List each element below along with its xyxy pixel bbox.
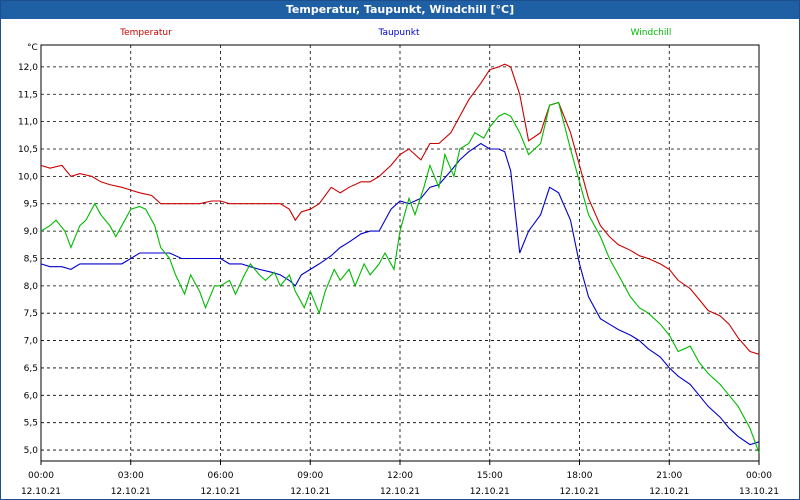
line-chart: 12,0 11,5 11,0 10,5 10,0 9,5 9,0 8,5 8,0 7,5 7,0 6,… xyxy=(18,28,779,497)
legend: Temperatur Taupunkt Windchill xyxy=(119,28,671,38)
y-tick-label: 5,0 xyxy=(24,446,39,456)
x-tick-date: 12.10.21 xyxy=(111,487,151,497)
x-tick-date: 12.10.21 xyxy=(559,487,599,497)
legend-taupunkt: Taupunkt xyxy=(377,28,420,38)
y-tick-label: 10,5 xyxy=(18,145,38,155)
y-tick-label: 9,5 xyxy=(24,200,38,210)
x-tick-time: 09:00 xyxy=(297,471,323,481)
tick-labels: 12,0 11,5 11,0 10,5 10,0 9,5 9,0 8,5 8,0 7,5 7,0 6,… xyxy=(18,43,779,497)
y-tick-label: 7,5 xyxy=(24,309,38,319)
y-tick-label: 9,0 xyxy=(24,227,39,237)
y-tick-label: 5,5 xyxy=(24,419,38,429)
x-tick-date: 12.10.21 xyxy=(21,487,61,497)
y-tick-label: 6,0 xyxy=(24,391,39,401)
y-tick-label: 10,0 xyxy=(18,172,38,182)
y-axis-unit: °C xyxy=(27,43,38,53)
chart-window: Temperatur, Taupunkt, Windchill [°C] 12,… xyxy=(0,0,800,500)
x-tick-time: 15:00 xyxy=(477,471,503,481)
x-tick-time: 00:00 xyxy=(28,471,54,481)
legend-windchill: Windchill xyxy=(631,28,672,38)
x-tick-date: 13.10.21 xyxy=(739,487,779,497)
x-tick-time: 12:00 xyxy=(387,471,413,481)
x-tick-time: 18:00 xyxy=(567,471,593,481)
y-tick-label: 11,0 xyxy=(18,118,38,128)
x-tick-time: 21:00 xyxy=(656,471,682,481)
y-tick-label: 11,5 xyxy=(18,90,38,100)
x-tick-time: 03:00 xyxy=(118,471,144,481)
y-tick-label: 8,5 xyxy=(24,254,38,264)
y-tick-label: 6,5 xyxy=(24,364,38,374)
x-tick-date: 12.10.21 xyxy=(380,487,420,497)
x-tick-time: 06:00 xyxy=(208,471,234,481)
x-tick-time: 00:00 xyxy=(746,471,772,481)
x-tick-date: 12.10.21 xyxy=(200,487,240,497)
x-tick-date: 12.10.21 xyxy=(290,487,330,497)
x-tick-date: 12.10.21 xyxy=(470,487,510,497)
y-tick-label: 8,0 xyxy=(24,282,39,292)
y-tick-label: 12,0 xyxy=(18,63,38,73)
x-tick-date: 12.10.21 xyxy=(649,487,689,497)
legend-temperatur: Temperatur xyxy=(119,28,172,38)
y-tick-label: 7,0 xyxy=(24,337,39,347)
